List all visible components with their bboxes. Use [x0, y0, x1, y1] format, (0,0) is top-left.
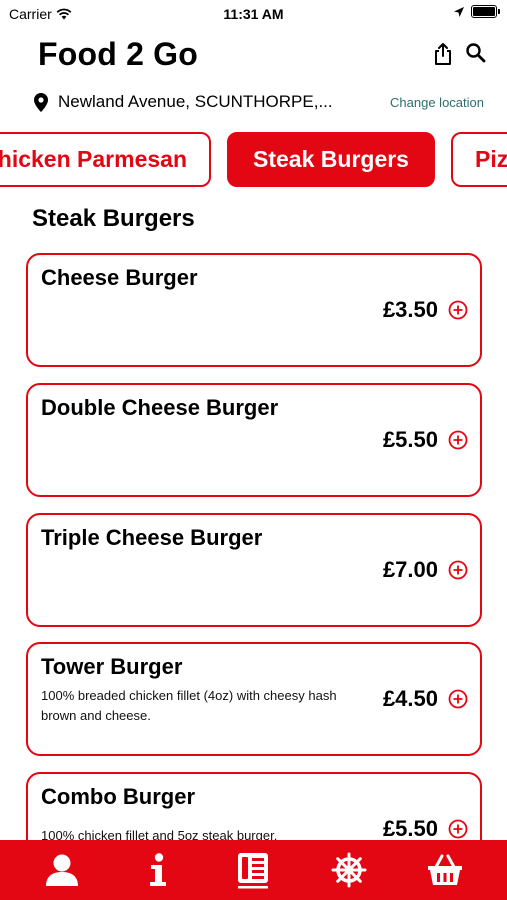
clock: 11:31 AM	[223, 6, 284, 22]
person-icon	[45, 854, 78, 886]
menu-item-price: £5.50	[382, 816, 438, 841]
page-title: Food 2 Go	[38, 36, 199, 72]
menu-item-name: Combo Burger	[41, 784, 195, 809]
status-bar: Carrier 11:31 AM	[0, 0, 507, 28]
menu-item-description: 100% breaded chicken fillet (4oz) with c…	[41, 688, 337, 723]
map-pin-icon	[34, 92, 48, 112]
info-icon	[149, 853, 166, 886]
menu-item-card[interactable]: Double Cheese Burger £5.50	[26, 383, 482, 497]
add-item-icon[interactable]	[448, 430, 468, 450]
category-tab-chicken-parmesan[interactable]: Chicken Parmesan	[0, 132, 211, 187]
add-item-icon[interactable]	[448, 689, 468, 709]
menu-item-card[interactable]: Tower Burger 100% breaded chicken fillet…	[26, 642, 482, 756]
menu-item-price: £7.00	[382, 557, 438, 582]
category-tab-steak-burgers[interactable]: Steak Burgers	[227, 132, 435, 187]
menu-item-price: £5.50	[382, 427, 438, 452]
location-row: Newland Avenue, SCUNTHORPE,... Change lo…	[34, 92, 484, 112]
menu-item-card[interactable]: Triple Cheese Burger £7.00	[26, 513, 482, 627]
tab-basket[interactable]	[420, 845, 470, 895]
location-arrow-icon	[454, 6, 464, 17]
search-icon[interactable]	[465, 42, 487, 64]
tab-info[interactable]	[133, 845, 183, 895]
section-title: Steak Burgers	[32, 205, 195, 232]
category-tabs: Chicken Parmesan Steak Burgers Pizza	[0, 132, 507, 188]
tab-menu[interactable]	[228, 845, 278, 895]
add-item-icon[interactable]	[448, 300, 468, 320]
menu-item-name: Double Cheese Burger	[41, 395, 279, 420]
battery-icon	[471, 5, 500, 18]
menu-item-card[interactable]: Cheese Burger £3.50	[26, 253, 482, 367]
menu-item-name: Cheese Burger	[41, 265, 198, 290]
menu-item-price: £3.50	[382, 297, 438, 322]
tab-settings[interactable]	[324, 845, 374, 895]
category-tab-label: Steak Burgers	[253, 146, 409, 172]
change-location-link[interactable]: Change location	[390, 95, 484, 110]
menu-item-price: £4.50	[382, 686, 438, 711]
menu-item-name: Triple Cheese Burger	[41, 525, 263, 550]
add-item-icon[interactable]	[448, 819, 468, 839]
bottom-tab-bar	[0, 840, 507, 900]
menu-icon	[238, 853, 269, 889]
category-tab-label: Chicken Parmesan	[0, 146, 187, 172]
tab-account[interactable]	[37, 845, 87, 895]
ship-wheel-icon	[331, 852, 367, 888]
delivery-address: Newland Avenue, SCUNTHORPE,...	[58, 92, 333, 111]
basket-icon	[428, 854, 463, 885]
share-icon[interactable]	[433, 42, 453, 66]
category-tab-label: Pizza	[475, 146, 507, 172]
add-item-icon[interactable]	[448, 560, 468, 580]
category-tab-pizza[interactable]: Pizza	[451, 132, 507, 187]
menu-item-name: Tower Burger	[41, 654, 183, 679]
